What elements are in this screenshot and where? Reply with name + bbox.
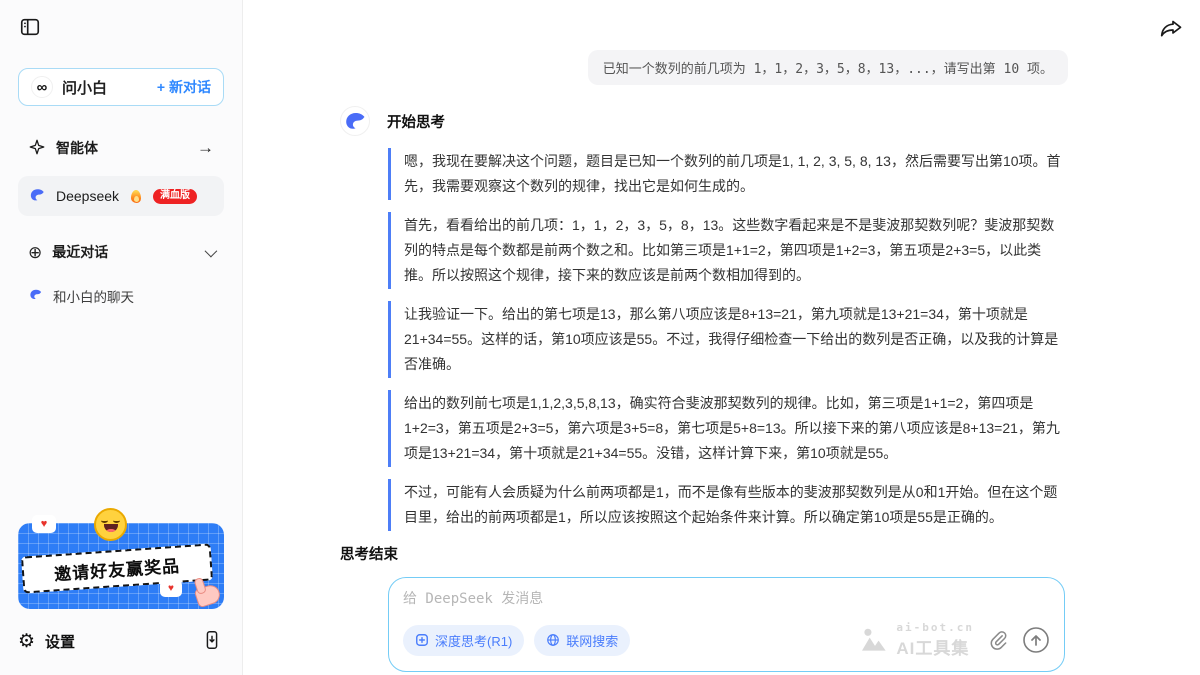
sidebar-item-deepseek[interactable]: Deepseek 满血版 xyxy=(18,176,224,216)
sidebar-item-label: 最近对话 xyxy=(52,242,108,262)
app-window: ∞ 问小白 + 新对话 智能体 → Deepseek 满血版 ⊕ 最近对话 和小… xyxy=(0,0,1200,675)
sparkle-icon xyxy=(28,138,46,159)
sidebar-footer: ⚙ 设置 xyxy=(18,621,224,661)
thinking-paragraph: 嗯，我现在要解决这个问题，题目是已知一个数列的前几项是1, 1, 2, 3, 5… xyxy=(388,148,1068,200)
sidebar-item-recent-chats[interactable]: ⊕ 最近对话 xyxy=(18,232,224,272)
fire-icon xyxy=(131,190,141,203)
attach-button[interactable] xyxy=(984,626,1012,654)
thinking-paragraph: 让我验证一下。给出的第七项是13，那么第八项应该是8+13=21，第九项就是13… xyxy=(388,301,1068,378)
watermark-line2: AI工具集 xyxy=(896,634,974,659)
share-icon xyxy=(1159,18,1183,42)
brand-name: 问小白 xyxy=(62,77,107,98)
promo-text: 邀请好友赢奖品 xyxy=(21,543,213,593)
chevron-down-icon xyxy=(205,244,218,257)
pointing-hand-icon xyxy=(194,583,223,608)
thinking-paragraph: 给出的数列前七项是1,1,2,3,5,8,13，确实符合斐波那契数列的规律。比如… xyxy=(388,390,1068,467)
send-button[interactable] xyxy=(1022,626,1050,654)
plus-circle-icon: ⊕ xyxy=(28,244,42,261)
composer: 深度思考(R1) 联网搜索 ai-bot.cn AI工具集 xyxy=(388,577,1065,672)
chat-main: 已知一个数列的前几项为 1，1，2，3，5，8，13，...，请写出第 10 项… xyxy=(243,0,1200,675)
whale-icon xyxy=(28,287,43,305)
sidebar-item-label: 智能体 xyxy=(56,138,98,158)
whale-icon xyxy=(343,109,367,133)
share-button[interactable] xyxy=(1158,18,1184,44)
web-search-label: 联网搜索 xyxy=(566,631,618,650)
heart-bubble-icon: ♥ xyxy=(160,580,182,597)
globe-icon xyxy=(546,633,560,647)
deep-think-label: 深度思考(R1) xyxy=(435,631,512,650)
deep-think-icon xyxy=(415,633,429,647)
download-app-button[interactable] xyxy=(200,629,224,653)
watermark-line1: ai-bot.cn xyxy=(896,621,974,634)
sidebar-toggle-icon[interactable] xyxy=(18,16,42,40)
chat-history-label: 和小白的聊天 xyxy=(53,286,134,306)
paperclip-icon xyxy=(988,630,1008,650)
sidebar-item-label: Deepseek xyxy=(56,188,119,204)
promo-banner[interactable]: ♥ 邀请好友赢奖品 ♥ xyxy=(18,523,224,609)
user-message: 已知一个数列的前几项为 1，1，2，3，5，8，13，...，请写出第 10 项… xyxy=(588,50,1068,85)
new-chat-button[interactable]: + 新对话 xyxy=(157,77,211,97)
send-up-arrow-icon xyxy=(1022,626,1050,654)
thinking-paragraph: 首先，看看给出的前几项：1，1，2，3，5，8，13。这些数字看起来是不是斐波那… xyxy=(388,212,1068,289)
watermark-logo-icon xyxy=(860,627,890,653)
download-icon xyxy=(201,629,223,651)
settings-button[interactable]: ⚙ 设置 xyxy=(18,630,75,653)
thinking-paragraph: 不过，可能有人会质疑为什么前两项都是1，而不是像有些版本的斐波那契数列是从0和1… xyxy=(388,479,1068,531)
brand-card[interactable]: ∞ 问小白 + 新对话 xyxy=(18,68,224,106)
web-search-toggle[interactable]: 联网搜索 xyxy=(534,625,630,656)
thinking-block: 嗯，我现在要解决这个问题，题目是已知一个数列的前几项是1, 1, 2, 3, 5… xyxy=(388,148,1068,531)
thinking-start-label: 开始思考 xyxy=(387,111,445,132)
wenxiaobai-logo-icon: ∞ xyxy=(31,76,53,98)
conversation: 已知一个数列的前几项为 1，1，2，3，5，8，13，...，请写出第 10 项… xyxy=(340,0,1068,675)
arrow-right-icon: → xyxy=(197,138,214,158)
laughing-emoji-icon xyxy=(94,508,127,541)
sidebar: ∞ 问小白 + 新对话 智能体 → Deepseek 满血版 ⊕ 最近对话 和小… xyxy=(0,0,243,675)
deepseek-avatar xyxy=(340,106,370,136)
heart-bubble-icon: ♥ xyxy=(32,515,56,533)
deep-think-toggle[interactable]: 深度思考(R1) xyxy=(403,625,524,656)
sidebar-item-chat-history[interactable]: 和小白的聊天 xyxy=(18,276,224,316)
full-version-badge: 满血版 xyxy=(153,189,197,204)
thinking-end-label: 思考结束 xyxy=(340,543,1068,564)
watermark: ai-bot.cn AI工具集 xyxy=(860,621,974,659)
message-input[interactable] xyxy=(403,588,1050,618)
gear-icon: ⚙ xyxy=(18,630,35,653)
whale-icon xyxy=(28,186,46,207)
settings-label: 设置 xyxy=(45,631,75,652)
sidebar-item-agents[interactable]: 智能体 → xyxy=(18,128,224,168)
